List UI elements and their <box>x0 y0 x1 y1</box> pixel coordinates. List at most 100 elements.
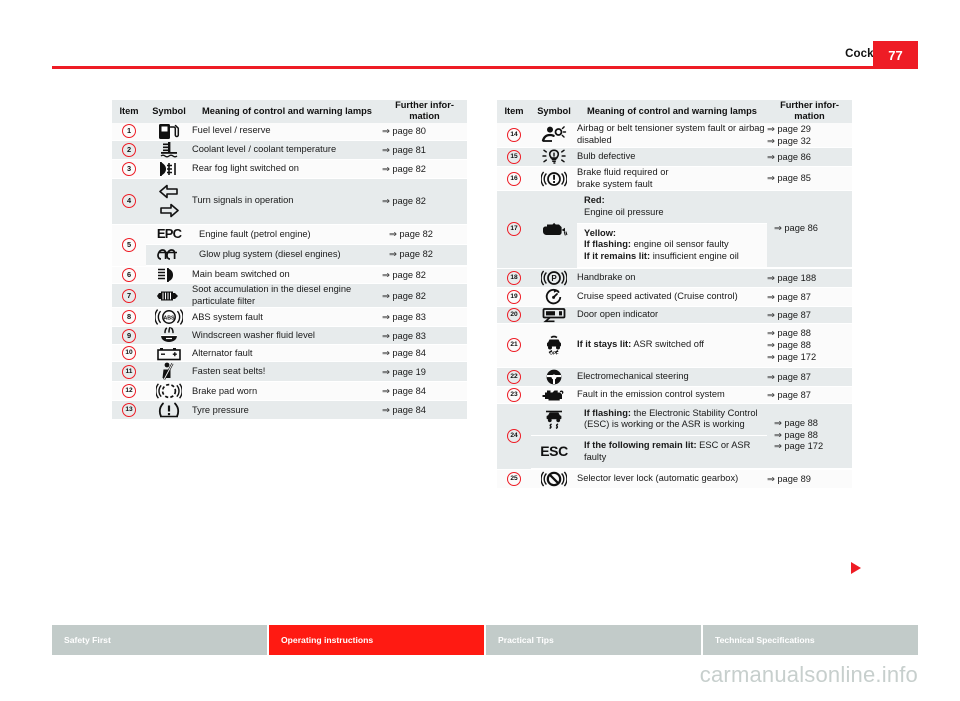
symbol-cell: P <box>531 268 577 288</box>
meaning-cell: Main beam switched on <box>192 266 382 285</box>
item-number-cell: 19 <box>497 287 531 307</box>
footer-tab-technical-specifications[interactable]: Technical Specifications <box>703 625 918 655</box>
symbol-cell <box>531 147 577 167</box>
column-header-symbol: Symbol <box>146 100 192 123</box>
item-badge: 4 <box>122 194 136 209</box>
meaning-rest: engine oil sensor faulty <box>631 239 729 250</box>
meaning-cell: Soot accumulation in the diesel engine p… <box>192 283 382 309</box>
item-badge: 25 <box>507 471 521 486</box>
footer-tab-practical-tips[interactable]: Practical Tips <box>486 625 703 655</box>
item-badge: 13 <box>122 403 136 418</box>
meaning-cell: Turn signals in operation <box>192 178 382 225</box>
item-number-cell: 16 <box>497 166 531 192</box>
table-row: 3 Rear fog light switched on ⇒ page 82 <box>112 159 467 179</box>
brake-fluid-icon <box>531 170 577 188</box>
footer-tab-safety-first[interactable]: Safety First <box>52 625 269 655</box>
left-arrow-icon <box>159 184 178 199</box>
meaning-cell: Engine fault (petrol engine) <box>192 224 382 246</box>
meaning-cell: Yellow: If flashing: engine oil sensor f… <box>577 222 767 268</box>
meaning-cell: Bulb defective <box>577 147 767 167</box>
meaning-rest: insufficient engine oil <box>650 251 739 262</box>
asr-off-icon: OFF <box>531 335 577 355</box>
rear-fog-light-icon <box>146 160 192 178</box>
meaning-line: Brake fluid required or <box>577 166 669 177</box>
symbol-cell <box>531 403 577 437</box>
esc-skid-icon <box>531 409 577 430</box>
item-badge: 20 <box>507 307 521 322</box>
meaning-line: If flashing: engine oil sensor faulty <box>584 239 762 251</box>
item-badge: 16 <box>507 171 521 186</box>
meaning-cell: Cruise speed activated (Cruise control) <box>577 287 767 307</box>
meaning-cell: Glow plug system (diesel engines) <box>192 244 382 267</box>
meaning-cell: If it stays lit: ASR switched off <box>577 323 767 368</box>
turn-signals-icon <box>146 184 192 218</box>
further-info-cell: ⇒ page 82 <box>382 244 467 267</box>
further-info-cell: ⇒ page 89 <box>767 469 852 488</box>
item-badge: 23 <box>507 387 521 402</box>
further-info-cell: ⇒ page 82 <box>382 266 467 285</box>
table-header-row: Item Symbol Meaning of control and warni… <box>112 100 467 123</box>
meaning-cell: Selector lever lock (automatic gearbox) <box>577 469 767 488</box>
meaning-bold-lead: If it remains lit: <box>584 251 651 262</box>
steering-wheel-icon <box>531 368 577 386</box>
item-number-cell: 13 <box>112 400 146 420</box>
item-badge: 11 <box>122 364 136 379</box>
further-info-cell: ⇒ page 87 <box>767 386 852 404</box>
next-page-arrow-icon[interactable] <box>851 562 861 574</box>
symbol-cell <box>531 367 577 387</box>
meaning-cell: Coolant level / coolant temperature <box>192 140 382 160</box>
table-row: 12 Brake pad worn ⇒ page 84 <box>112 381 467 402</box>
table-row: 24 If flashing: the Electronic Stability… <box>497 403 852 470</box>
further-info-cell: ⇒ page 83 <box>382 307 467 328</box>
item-badge: 3 <box>122 161 136 176</box>
info-line: ⇒ page 29 <box>767 123 811 134</box>
item-number-cell: 14 <box>497 122 531 148</box>
table-row: 22 Electromechanical steering ⇒ page 87 <box>497 367 852 387</box>
item-number-cell: 12 <box>112 381 146 402</box>
sub-row: Glow plug system (diesel engines) ⇒ page… <box>146 244 467 267</box>
item-badge: 5 <box>122 238 136 253</box>
bulb-defective-icon <box>531 148 577 166</box>
table-header-row: Item Symbol Meaning of control and warni… <box>497 100 852 123</box>
meaning-bold-lead: If the following remain lit: <box>584 440 697 451</box>
footer-tab-operating-instructions[interactable]: Operating instructions <box>269 625 486 655</box>
item-number-cell: 4 <box>112 178 146 225</box>
table-row: 4 Turn signals in operation ⇒ page 82 <box>112 178 467 225</box>
info-line: ⇒ page 88 <box>767 328 811 339</box>
further-info-cell: ⇒ page 82 <box>382 159 467 179</box>
further-info-cell: ⇒ page 87 <box>767 306 852 324</box>
further-info-cell: ⇒ page 84 <box>382 400 467 420</box>
sub-table: If flashing: the Electronic Stability Co… <box>531 403 852 469</box>
meaning-cell: If the following remain lit: ESC or ASR … <box>577 435 767 469</box>
manual-page: Cockpit 77 Item Symbol Meaning of contro… <box>0 0 960 701</box>
further-info-cell: ⇒ page 82 <box>382 283 467 309</box>
meaning-cell: Electromechanical steering <box>577 367 767 387</box>
symbol-cell <box>531 122 577 148</box>
table-row: 6 Main beam switched on ⇒ page 82 <box>112 266 467 285</box>
symbol-cell <box>146 244 192 267</box>
meaning-cell: Door open indicator <box>577 306 767 324</box>
symbol-cell <box>146 326 192 346</box>
symbol-cell <box>146 178 192 225</box>
item-number-cell: 15 <box>497 147 531 167</box>
item-number-cell: 25 <box>497 469 531 488</box>
coolant-temperature-icon <box>146 141 192 159</box>
info-line: ⇒ page 172 <box>774 441 824 452</box>
info-line: ⇒ page 172 <box>767 352 817 363</box>
column-header-meaning: Meaning of control and warning lamps <box>577 100 767 123</box>
table-row: 21 OFF If it stays lit: ASR switched off… <box>497 323 852 368</box>
meaning-cell: ABS system fault <box>192 307 382 328</box>
item-number-cell: 8 <box>112 307 146 328</box>
item-badge: 1 <box>122 124 136 139</box>
sub-row: EPC Engine fault (petrol engine) ⇒ page … <box>146 224 467 246</box>
main-beam-icon <box>146 267 192 283</box>
item-number-cell: 2 <box>112 140 146 160</box>
meaning-cell: Fasten seat belts! <box>192 361 382 383</box>
table-row: 10 Alternator fault ⇒ page 84 <box>112 344 467 363</box>
meaning-cell: Rear fog light switched on <box>192 159 382 179</box>
item-number-cell: 5 <box>112 224 146 268</box>
brake-pad-icon <box>146 382 192 400</box>
further-info-cell: ⇒ page 84 <box>382 344 467 363</box>
further-info-line-1: Further infor- <box>395 100 454 110</box>
meaning-cell: Windscreen washer fluid level <box>192 326 382 346</box>
